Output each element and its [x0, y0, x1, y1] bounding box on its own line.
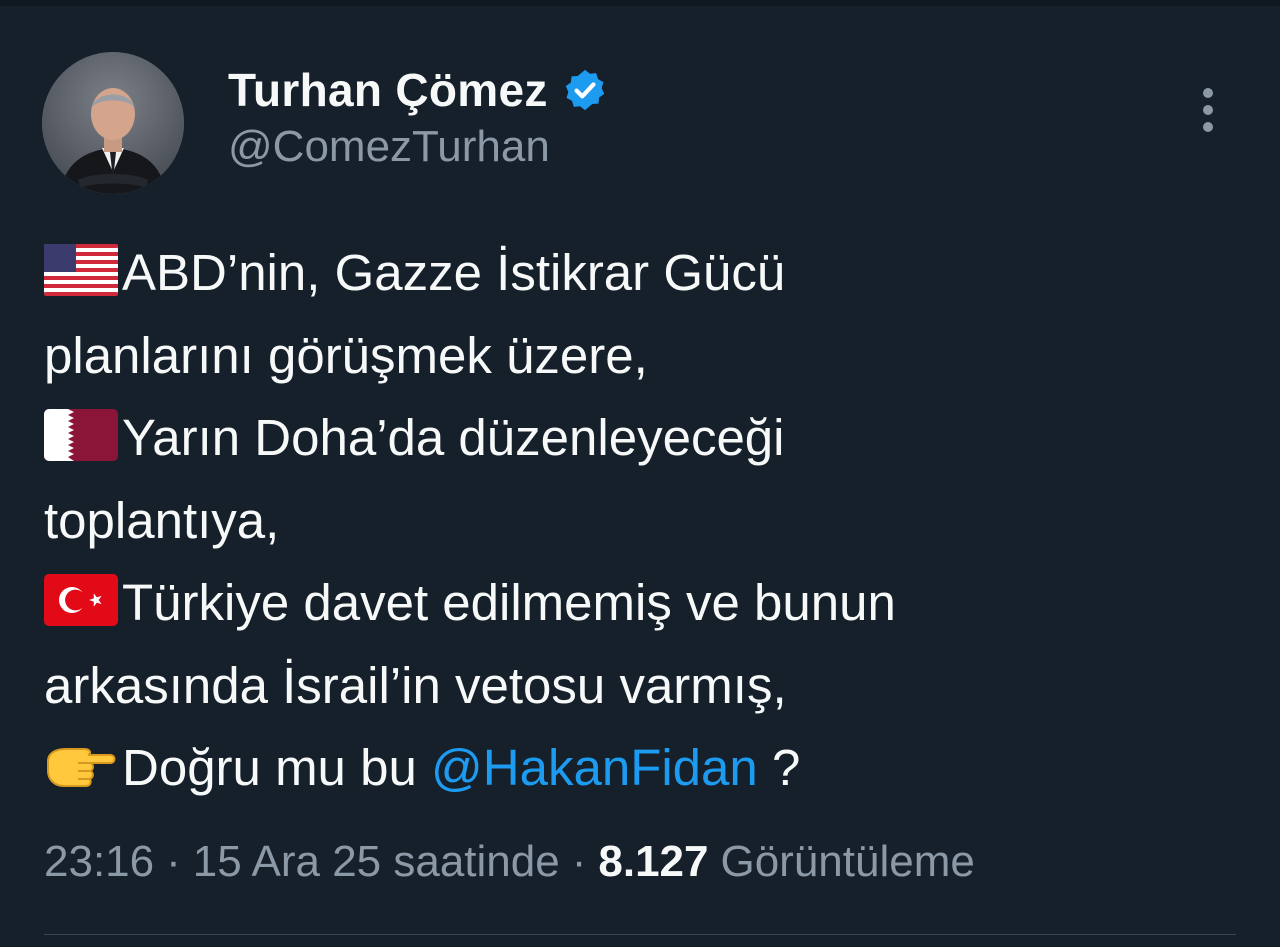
tweet-line-text: ABD’nin, Gazze İstikrar Gücü	[122, 244, 786, 301]
tweet-line: arkasında İsrail’in vetosu varmış,	[44, 645, 1244, 728]
meta-separator: ·	[571, 837, 587, 886]
us-flag-emoji	[44, 244, 118, 296]
verified-badge-icon	[565, 69, 604, 111]
tweet-line-text: Doğru mu bu	[122, 739, 431, 796]
tweet-line-text: Türkiye davet edilmemiş ve bunun	[122, 574, 896, 631]
tweet-line: Türkiye davet edilmemiş ve bunun	[44, 562, 1244, 645]
author-name-row[interactable]: Turhan Çömez	[228, 60, 608, 120]
tweet-line-suffix: ?	[757, 739, 801, 796]
qatar-flag-emoji	[44, 409, 118, 461]
tweet-date[interactable]: 15 Ara 25 saatinde	[193, 837, 560, 887]
tweet-metadata: 23:16 · 15 Ara 25 saatinde · 8.127 Görün…	[44, 832, 975, 892]
tweet-line-text: toplantıya,	[44, 491, 280, 549]
top-divider	[0, 0, 1280, 6]
tweet-text: ABD’nin, Gazze İstikrar Gücü planlarını …	[44, 232, 1244, 810]
tweet-line: Yarın Doha’da düzenleyeceği	[44, 397, 1244, 480]
tweet-line: planlarını görüşmek üzere,	[44, 315, 1244, 398]
avatar[interactable]	[42, 52, 184, 194]
mention-link[interactable]: @HakanFidan	[431, 739, 758, 796]
tweet-line-text: arkasında İsrail’in vetosu varmış,	[44, 656, 787, 714]
more-dot-icon	[1203, 88, 1213, 98]
views-count[interactable]: 8.127	[598, 837, 708, 887]
tweet-line: Doğru mu bu @HakanFidan ?	[44, 727, 1244, 810]
bottom-divider	[44, 934, 1236, 935]
views-label[interactable]: Görüntüleme	[720, 837, 974, 887]
turkey-flag-emoji	[44, 574, 118, 626]
pointing-right-emoji	[47, 748, 116, 787]
meta-separator: ·	[166, 837, 181, 886]
tweet-line-text: Yarın Doha’da düzenleyeceği	[122, 409, 785, 466]
more-options-button[interactable]	[1188, 82, 1228, 138]
more-dot-icon	[1203, 105, 1213, 115]
tweet-line: toplantıya,	[44, 480, 1244, 563]
tweet-line: ABD’nin, Gazze İstikrar Gücü	[44, 232, 1244, 315]
tweet-time[interactable]: 23:16	[44, 837, 154, 887]
author-display-name[interactable]: Turhan Çömez	[228, 63, 548, 117]
author-handle[interactable]: @ComezTurhan	[228, 122, 550, 172]
tweet-line-text: planlarını görüşmek üzere,	[44, 326, 648, 384]
more-dot-icon	[1203, 122, 1213, 132]
